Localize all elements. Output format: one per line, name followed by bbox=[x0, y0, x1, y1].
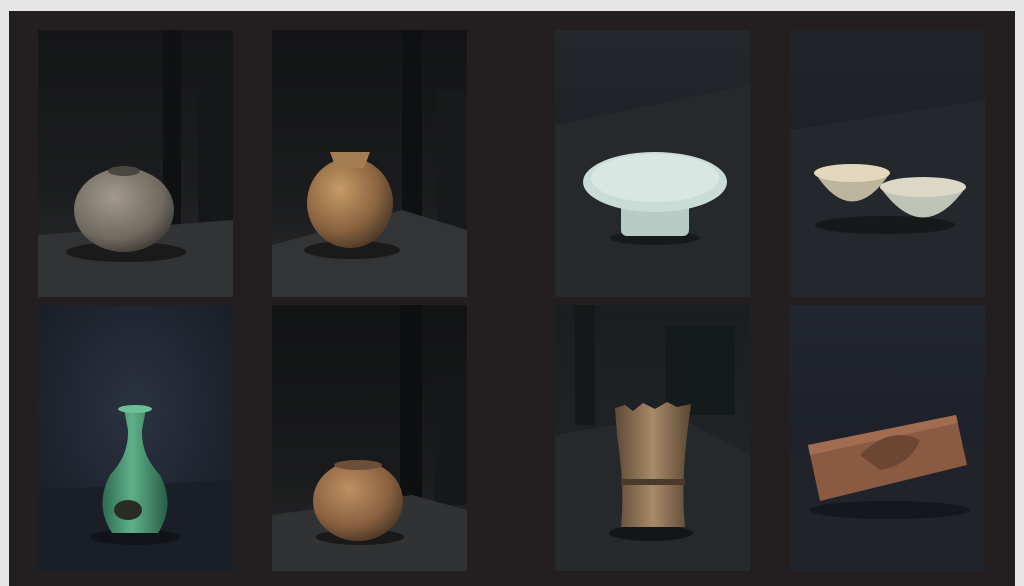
photo-flared-rim-jar[interactable] bbox=[272, 30, 467, 297]
photo-round-stoneware-jar[interactable] bbox=[38, 30, 233, 297]
photo-pair-of-bowls[interactable] bbox=[790, 30, 985, 297]
photo-green-bottle-vase[interactable] bbox=[38, 305, 233, 571]
photo-carved-brick[interactable] bbox=[790, 305, 985, 571]
photo-small-earthenware-jar[interactable] bbox=[272, 305, 467, 571]
photo-celadon-footed-plate[interactable] bbox=[555, 30, 750, 297]
photo-wooden-vessel[interactable] bbox=[555, 305, 750, 571]
gallery-frame bbox=[9, 11, 1015, 586]
